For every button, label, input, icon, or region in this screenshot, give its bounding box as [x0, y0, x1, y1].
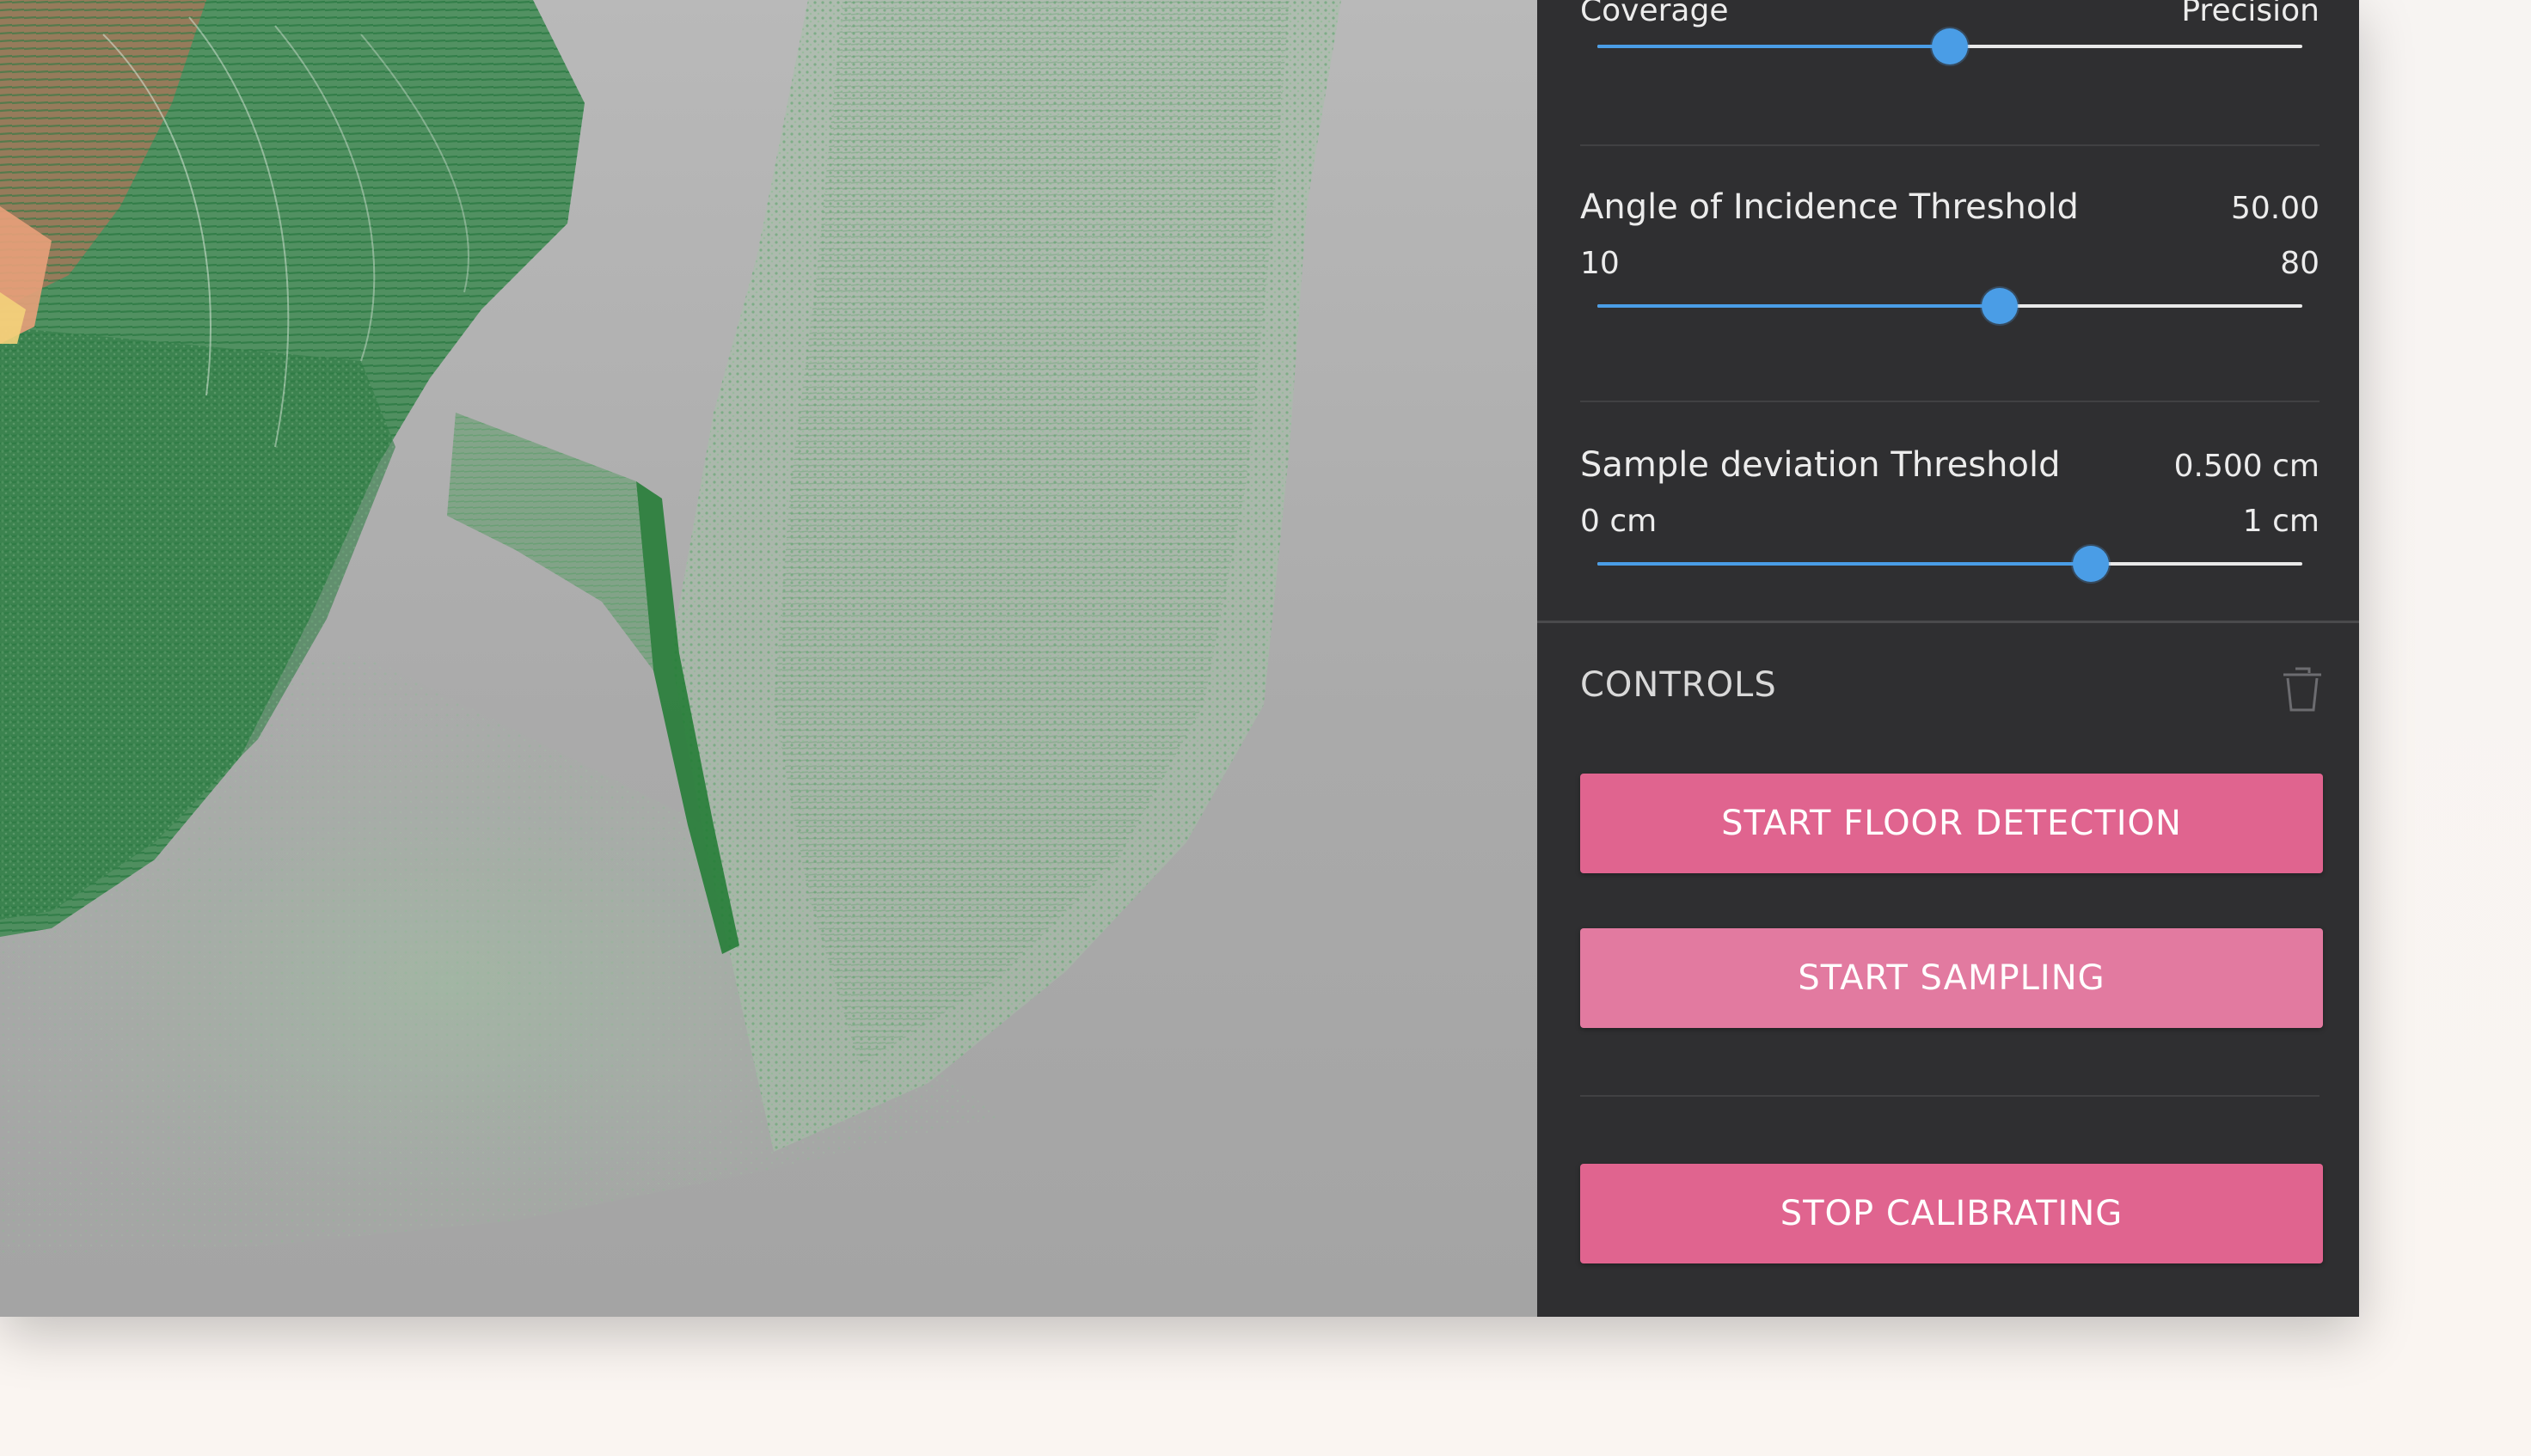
slider-value: 50.00	[2230, 191, 2320, 226]
stop-calibrating-button[interactable]: STOP CALIBRATING	[1580, 1164, 2323, 1263]
slider-max-label: Precision	[2181, 0, 2320, 28]
start-sampling-button[interactable]: START SAMPLING	[1580, 928, 2323, 1028]
slider-max-label: 80	[2280, 246, 2320, 281]
slider-thumb[interactable]	[2073, 546, 2109, 582]
coverage-precision-slider: Coverage Precision	[1580, 0, 2320, 103]
slider-title: Angle of Incidence Threshold	[1580, 187, 2079, 227]
slider-fill	[1597, 562, 2091, 566]
panel-separator	[1537, 621, 2359, 623]
calibration-panel: Coverage Precision Angle of Incidence Th…	[1537, 0, 2359, 1317]
angle-of-incidence-slider: Angle of Incidence Threshold 50.00 10 80	[1580, 187, 2320, 325]
point-cloud-canvas[interactable]	[0, 0, 1537, 1317]
start-floor-detection-button[interactable]: START FLOOR DETECTION	[1580, 774, 2323, 873]
slider-thumb[interactable]	[1982, 288, 2019, 324]
slider-min-label: 10	[1580, 246, 1620, 281]
slider-min-label: Coverage	[1580, 0, 1729, 28]
slider-max-label: 1 cm	[2242, 504, 2320, 539]
section-divider	[1580, 401, 2320, 402]
trash-icon[interactable]	[2280, 665, 2325, 713]
controls-header: CONTROLS	[1580, 665, 1777, 705]
point-cloud-viewport[interactable]	[0, 0, 1537, 1317]
slider-title: Sample deviation Threshold	[1580, 445, 2061, 485]
section-divider	[1580, 1095, 2320, 1097]
slider-value: 0.500 cm	[2173, 449, 2320, 484]
slider-thumb[interactable]	[1932, 28, 1968, 64]
slider-min-label: 0 cm	[1580, 504, 1658, 539]
app-window: Coverage Precision Angle of Incidence Th…	[0, 0, 2359, 1317]
section-divider	[1580, 144, 2320, 146]
sample-deviation-slider: Sample deviation Threshold 0.500 cm 0 cm…	[1580, 445, 2320, 583]
slider-track[interactable]	[1597, 288, 2302, 324]
slider-fill	[1597, 304, 2001, 308]
slider-fill	[1597, 45, 1950, 48]
slider-track[interactable]	[1597, 546, 2302, 582]
slider-track[interactable]	[1597, 28, 2302, 64]
